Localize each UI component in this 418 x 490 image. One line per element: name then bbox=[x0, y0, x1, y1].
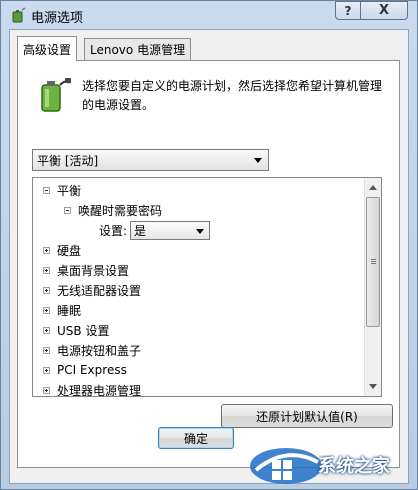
button-label: 还原计划默认值(R) bbox=[256, 409, 358, 424]
setting-label: 设置: bbox=[99, 223, 128, 238]
scroll-down-icon[interactable] bbox=[369, 384, 377, 389]
settings-tree[interactable]: 平衡 唤醒时需要密码 设置: 是 硬盘 桌面背景设置 无线适配器设置 睡眠 US… bbox=[32, 177, 382, 397]
dialog-client: 高级设置 Lenovo 电源管理 选择您要自定义的电源计划，然后选择您希望计算机… bbox=[9, 29, 409, 484]
tree-node-label: 唤醒时需要密码 bbox=[78, 203, 163, 218]
tree-node-label: 处理器电源管理 bbox=[57, 383, 142, 397]
tree-node-label: PCI Express bbox=[57, 363, 127, 377]
tree-node-hard-disk[interactable]: 硬盘 bbox=[43, 240, 81, 260]
restore-defaults-button[interactable]: 还原计划默认值(R) bbox=[221, 404, 393, 428]
power-plan-select[interactable]: 平衡 [活动] bbox=[32, 149, 269, 171]
close-button[interactable]: X bbox=[360, 1, 408, 20]
wake-password-select[interactable]: 是 bbox=[130, 220, 211, 240]
tree-node-desktop-background[interactable]: 桌面背景设置 bbox=[43, 260, 129, 280]
help-button[interactable]: ? bbox=[335, 1, 361, 20]
expand-icon[interactable] bbox=[43, 306, 50, 314]
chevron-down-icon bbox=[254, 158, 262, 163]
tree-setting-row: 设置: 是 bbox=[99, 220, 211, 240]
expand-icon[interactable] bbox=[43, 386, 50, 394]
tree-node-label: 硬盘 bbox=[57, 243, 82, 258]
tree-node-label: 桌面背景设置 bbox=[57, 263, 130, 278]
grip-line bbox=[371, 259, 376, 260]
tab-panel: 选择您要自定义的电源计划，然后选择您希望计算机管理的电源设置。 平衡 [活动] … bbox=[17, 60, 400, 468]
power-options-icon bbox=[12, 7, 26, 23]
tab-label: Lenovo 电源管理 bbox=[90, 43, 186, 57]
vertical-scrollbar[interactable] bbox=[364, 178, 381, 396]
tab-advanced-settings[interactable]: 高级设置 bbox=[17, 36, 78, 61]
tab-lenovo-power-management[interactable]: Lenovo 电源管理 bbox=[84, 38, 192, 60]
tree-node-processor[interactable]: 处理器电源管理 bbox=[43, 380, 142, 397]
tree-node-wake-password[interactable]: 唤醒时需要密码 bbox=[64, 200, 162, 220]
collapse-icon[interactable] bbox=[64, 206, 71, 214]
power-options-window: 电源选项 ? X 高级设置 Lenovo 电源管理 选择您要自定义的电源计划，然… bbox=[0, 0, 418, 490]
expand-icon[interactable] bbox=[43, 286, 50, 294]
tree-node-usb[interactable]: USB 设置 bbox=[43, 320, 109, 340]
description-text: 选择您要自定义的电源计划，然后选择您希望计算机管理的电源设置。 bbox=[82, 79, 383, 112]
scroll-thumb[interactable] bbox=[366, 197, 380, 327]
collapse-icon[interactable] bbox=[43, 186, 50, 194]
chevron-down-icon bbox=[196, 228, 205, 234]
help-label: ? bbox=[344, 3, 352, 18]
ok-button[interactable]: 确定 bbox=[158, 427, 234, 449]
tree-node-label: 平衡 bbox=[57, 183, 82, 198]
tree-node-power-buttons[interactable]: 电源按钮和盖子 bbox=[43, 340, 141, 360]
close-icon: X bbox=[378, 3, 390, 18]
window-title: 电源选项 bbox=[31, 11, 84, 26]
grip-line bbox=[371, 261, 376, 262]
tab-label: 高级设置 bbox=[23, 42, 72, 57]
tree-node-wireless-adapter[interactable]: 无线适配器设置 bbox=[43, 280, 141, 300]
tree-node-pci-express[interactable]: PCI Express bbox=[43, 360, 127, 380]
tree-node-label: 电源按钮和盖子 bbox=[57, 343, 142, 358]
expand-icon[interactable] bbox=[43, 326, 50, 334]
scroll-up-icon[interactable] bbox=[369, 185, 377, 190]
power-plan-value: 平衡 [活动] bbox=[37, 153, 99, 168]
tree-node-root[interactable]: 平衡 bbox=[43, 180, 81, 200]
button-label: 确定 bbox=[183, 431, 208, 446]
title-bar[interactable]: 电源选项 ? X bbox=[1, 1, 417, 29]
tree-node-sleep[interactable]: 睡眠 bbox=[43, 300, 81, 320]
expand-icon[interactable] bbox=[43, 246, 50, 254]
expand-icon[interactable] bbox=[43, 346, 50, 354]
tree-node-label: USB 设置 bbox=[57, 323, 110, 338]
battery-plug-icon bbox=[41, 78, 71, 112]
grip-line bbox=[371, 263, 376, 264]
tree-node-label: 睡眠 bbox=[57, 303, 82, 318]
setting-value: 是 bbox=[134, 223, 147, 238]
tree-node-label: 无线适配器设置 bbox=[57, 283, 142, 298]
expand-icon[interactable] bbox=[43, 266, 50, 274]
watermark-text: 系统之家 bbox=[318, 456, 390, 477]
expand-icon[interactable] bbox=[43, 366, 50, 374]
